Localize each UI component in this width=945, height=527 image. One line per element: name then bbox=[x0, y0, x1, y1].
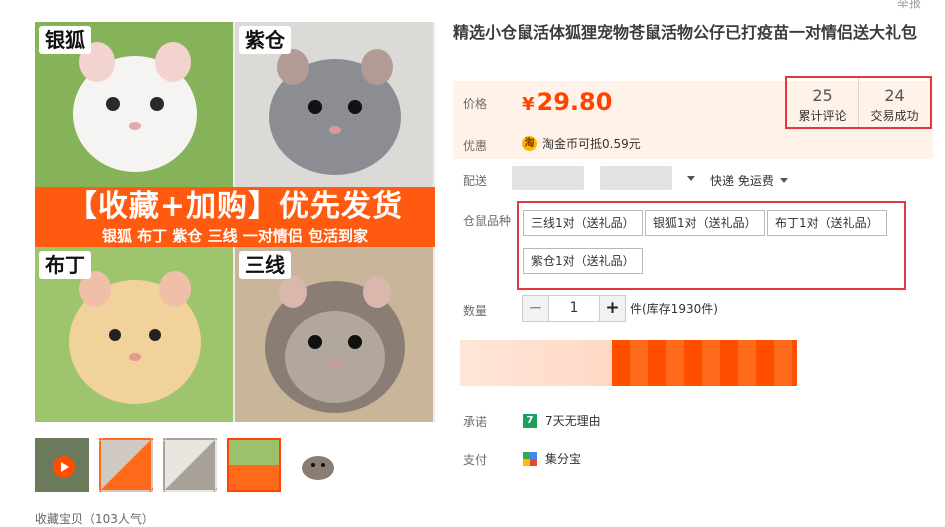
thumbnail-image[interactable] bbox=[99, 438, 153, 492]
thumbnail-strip bbox=[35, 438, 345, 492]
payment-text: 集分宝 bbox=[545, 452, 582, 466]
quantity-stepper: − 1 + 件(库存1930件) bbox=[522, 295, 718, 322]
price-label: 价格 bbox=[463, 97, 488, 111]
thumbnail-video[interactable] bbox=[35, 438, 89, 492]
hamster-tile-silver: 银狐 bbox=[35, 22, 233, 187]
taojinbi-offer: 淘 淘金币可抵0.59元 bbox=[522, 135, 641, 152]
shipping-label: 配送 bbox=[463, 174, 488, 188]
quantity-input[interactable]: 1 bbox=[549, 295, 599, 322]
price-number: 29.80 bbox=[536, 88, 613, 116]
shipping-destination-blurred[interactable] bbox=[600, 166, 672, 190]
sku-option[interactable]: 三线1对（送礼品） bbox=[523, 210, 643, 236]
thumbnail-image-selected[interactable] bbox=[227, 438, 281, 492]
promise-label: 承诺 bbox=[463, 415, 488, 429]
tile-label: 紫仓 bbox=[239, 26, 291, 54]
hamster-tile-striped: 三线 bbox=[235, 247, 433, 422]
deal-stat: 24 交易成功 bbox=[858, 78, 930, 127]
hamster-tile-pudding: 布丁 bbox=[35, 247, 233, 422]
promo-main-text: 【收藏+加购】优先发货 bbox=[66, 189, 404, 224]
product-title: 精选小仓鼠活体狐狸宠物苍鼠活物公仔已打疫苗一对情侣送大礼包 bbox=[453, 23, 918, 42]
decrease-button[interactable]: − bbox=[522, 295, 549, 322]
promo-label: 优惠 bbox=[463, 139, 488, 153]
price-value: ¥29.80 bbox=[522, 88, 612, 116]
payment-item[interactable]: 集分宝 bbox=[523, 450, 581, 467]
chevron-down-icon bbox=[779, 178, 788, 183]
payment-label: 支付 bbox=[463, 453, 488, 467]
coin-icon: 淘 bbox=[522, 136, 537, 151]
tile-label: 三线 bbox=[239, 251, 291, 279]
increase-button[interactable]: + bbox=[599, 295, 626, 322]
coin-offer-text: 淘金币可抵0.59元 bbox=[542, 137, 641, 151]
play-icon bbox=[53, 456, 75, 478]
deal-count: 24 bbox=[884, 86, 905, 105]
seven-day-icon: 7 bbox=[523, 413, 537, 428]
buy-now-button[interactable] bbox=[460, 340, 620, 386]
add-to-cart-button[interactable] bbox=[612, 340, 797, 386]
sku-option[interactable]: 布丁1对（送礼品） bbox=[767, 210, 887, 236]
chevron-down-icon[interactable] bbox=[687, 176, 695, 181]
hamster-tile-purple: 紫仓 bbox=[235, 22, 433, 187]
quantity-label: 数量 bbox=[463, 304, 488, 318]
promo-banner: 【收藏+加购】优先发货 银狐 布丁 紫仓 三线 一对情侣 包活到家 bbox=[35, 187, 435, 247]
shipping-method[interactable]: 快递 免运费 bbox=[710, 172, 788, 189]
promise-text: 7天无理由 bbox=[545, 414, 601, 428]
sku-label: 仓鼠品种 bbox=[463, 214, 512, 228]
jifenbao-icon bbox=[523, 451, 537, 466]
sku-options: 三线1对（送礼品） 银狐1对（送礼品） 布丁1对（送礼品） 紫仓1对（送礼品） bbox=[517, 201, 906, 290]
shipping-origin-blurred bbox=[512, 166, 584, 190]
main-product-image[interactable]: 银狐 紫仓 【收藏+加购】优先发货 银狐 布丁 紫仓 三线 一对情侣 包活到家 … bbox=[35, 22, 435, 422]
promise-item[interactable]: 7 7天无理由 bbox=[523, 412, 601, 429]
tile-label: 银狐 bbox=[39, 26, 91, 54]
review-count: 25 bbox=[812, 86, 833, 105]
sku-option[interactable]: 银狐1对（送礼品） bbox=[645, 210, 765, 236]
promo-sub-text: 银狐 布丁 紫仓 三线 一对情侣 包活到家 bbox=[101, 227, 369, 245]
stock-text: 件(库存1930件) bbox=[630, 302, 718, 316]
deal-label: 交易成功 bbox=[870, 109, 919, 123]
sku-option[interactable]: 紫仓1对（送礼品） bbox=[523, 248, 643, 274]
report-link[interactable]: 举报 bbox=[897, 0, 921, 11]
sales-stats: 25 累计评论 24 交易成功 bbox=[785, 76, 932, 129]
thumbnail-image[interactable] bbox=[163, 438, 217, 492]
currency-symbol: ¥ bbox=[522, 94, 535, 115]
shipping-method-text: 快递 免运费 bbox=[710, 174, 774, 188]
thumbnail-image[interactable] bbox=[291, 438, 345, 492]
review-label: 累计评论 bbox=[798, 109, 847, 123]
tile-label: 布丁 bbox=[39, 251, 91, 279]
review-stat[interactable]: 25 累计评论 bbox=[787, 78, 858, 127]
